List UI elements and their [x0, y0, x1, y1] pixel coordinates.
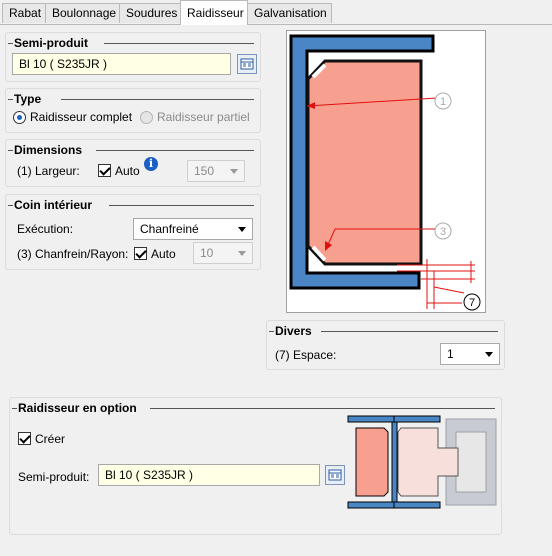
callout-7: 7 — [469, 297, 475, 309]
radio-raidisseur-partiel[interactable] — [140, 111, 153, 124]
semi-produit-panel: Semi-produit Bl 10 ( S235JR ) — [5, 32, 261, 82]
library-icon — [240, 58, 254, 70]
semi-produit-option-field[interactable]: Bl 10 ( S235JR ) — [98, 464, 320, 486]
espace-label: (7) Espace: — [275, 348, 337, 362]
type-title: Type — [14, 92, 42, 106]
stiffener-drawing: 1 3 7 — [289, 34, 481, 311]
dimensions-panel: Dimensions (1) Largeur: Auto i 150 — [5, 139, 261, 187]
type-panel: Type Raidisseur complet Raidisseur parti… — [5, 88, 261, 133]
tab-soudures[interactable]: Soudures — [119, 3, 181, 23]
chevron-down-icon — [238, 251, 246, 256]
library-button-option[interactable] — [325, 465, 345, 485]
stiffener-diagram: 1 3 7 — [286, 30, 486, 313]
espace-dropdown[interactable]: 1 — [440, 343, 500, 365]
raidisseur-option-panel: Raidisseur en option Créer Semi-produit:… — [9, 397, 502, 535]
creer-checkbox[interactable] — [18, 432, 31, 445]
semi-produit-title: Semi-produit — [14, 36, 88, 50]
execution-label: Exécution: — [17, 222, 74, 236]
semi-produit-option-label: Semi-produit: — [18, 470, 90, 484]
espace-value: 1 — [447, 347, 454, 361]
chevron-down-icon — [230, 169, 238, 174]
largeur-auto-checkbox[interactable] — [98, 164, 111, 177]
chanfrein-auto-checkbox[interactable] — [134, 247, 147, 260]
semi-produit-field[interactable]: Bl 10 ( S235JR ) — [12, 53, 231, 75]
optional-stiffener-diagram — [347, 415, 497, 509]
info-icon[interactable]: i — [144, 157, 158, 171]
chanfrein-auto-label: Auto — [151, 247, 176, 261]
library-icon — [328, 469, 342, 481]
largeur-value: 150 — [194, 164, 215, 178]
raidisseur-option-title: Raidisseur en option — [18, 401, 137, 415]
tab-boulonnage[interactable]: Boulonnage — [45, 3, 120, 23]
coin-interieur-panel: Coin intérieur Exécution: Chanfreiné (3)… — [5, 194, 261, 270]
library-button[interactable] — [237, 54, 257, 74]
creer-label: Créer — [35, 432, 66, 446]
raidisseur-complet-label: Raidisseur complet — [30, 110, 133, 124]
callout-1: 1 — [440, 96, 446, 108]
divers-title: Divers — [275, 324, 312, 338]
chanfrein-value: 10 — [200, 246, 214, 260]
raidisseur-partiel-label: Raidisseur partiel — [157, 110, 250, 124]
chanfrein-label: (3) Chanfrein/Rayon: — [17, 247, 129, 261]
largeur-auto-label: Auto — [115, 164, 140, 178]
tab-bar: Rabat Boulonnage Soudures Raidisseur Gal… — [0, 0, 552, 25]
callout-3: 3 — [440, 226, 446, 238]
tab-galvanisation[interactable]: Galvanisation — [247, 3, 332, 23]
chanfrein-dropdown[interactable]: 10 — [193, 242, 253, 264]
radio-raidisseur-complet[interactable] — [13, 111, 26, 124]
coin-interieur-title: Coin intérieur — [14, 198, 93, 212]
stiffener-plate — [306, 59, 423, 266]
divers-panel: Divers (7) Espace: 1 — [266, 320, 505, 370]
largeur-label: (1) Largeur: — [17, 164, 80, 178]
execution-dropdown[interactable]: Chanfreiné — [133, 218, 253, 240]
chevron-down-icon — [485, 352, 493, 357]
largeur-dropdown[interactable]: 150 — [187, 160, 245, 182]
execution-value: Chanfreiné — [140, 222, 199, 236]
tab-raidisseur[interactable]: Raidisseur — [180, 0, 248, 25]
dimensions-title: Dimensions — [14, 143, 83, 157]
tab-rabat[interactable]: Rabat — [2, 3, 46, 23]
chevron-down-icon — [238, 227, 246, 232]
